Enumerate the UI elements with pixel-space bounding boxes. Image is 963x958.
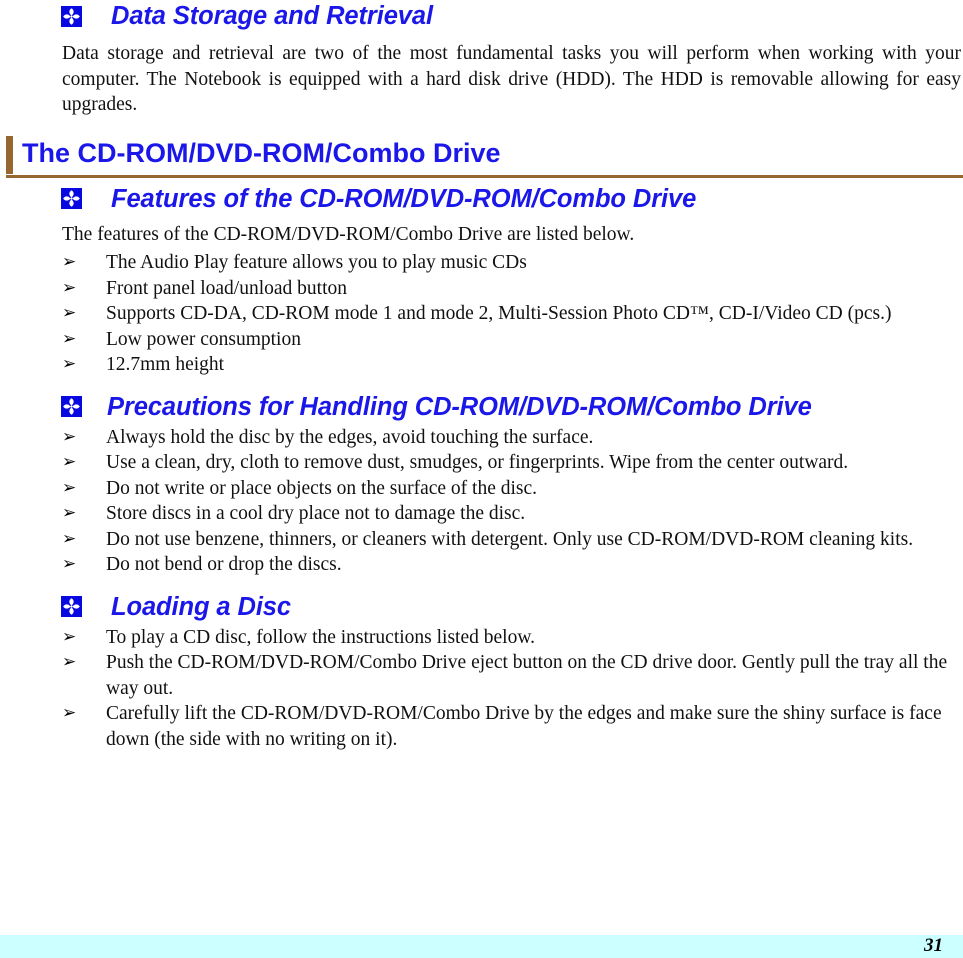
list-item-text: 12.7mm height [106,354,225,375]
section-heading-label: Precautions for Handling CD-ROM/DVD-ROM/… [107,392,812,421]
list-item: ➢ Always hold the disc by the edges, avo… [0,425,963,451]
arrow-bullet-icon: ➢ [62,328,77,349]
arrow-bullet-icon: ➢ [62,426,77,447]
arrow-bullet-icon: ➢ [62,277,77,298]
features-bullet-list: ➢ The Audio Play feature allows you to p… [0,250,963,378]
heading-accent-bar [6,135,13,174]
page-footer-band [0,935,963,958]
list-item: ➢ The Audio Play feature allows you to p… [0,250,963,276]
list-item: ➢ Do not write or place objects on the s… [0,476,963,502]
list-item: ➢ Supports CD-DA, CD-ROM mode 1 and mode… [0,301,963,327]
page-number: 31 [924,935,943,956]
list-item-text: Store discs in a cool dry place not to d… [106,503,526,524]
list-item: ➢ 12.7mm height [0,352,963,378]
document-page: Data Storage and Retrieval Data storage … [0,0,963,958]
arrow-bullet-icon: ➢ [62,703,77,723]
arrow-bullet-icon: ➢ [62,503,77,523]
section-heading-features: Features of the CD-ROM/DVD-ROM/Combo Dri… [0,184,963,214]
heading-rule [6,174,963,178]
chapter-heading-label: The CD-ROM/DVD-ROM/Combo Drive [22,137,501,168]
intro-paragraph: Data storage and retrieval are two of th… [62,43,961,115]
section-heading-loading-a-disc: Loading a Disc [0,592,963,622]
section-heading-label: Features of the CD-ROM/DVD-ROM/Combo Dri… [111,184,697,213]
arrow-bullet-icon: ➢ [62,626,77,647]
arrow-bullet-icon: ➢ [62,528,77,549]
chapter-heading-cdrom-drive: The CD-ROM/DVD-ROM/Combo Drive [0,134,963,180]
list-item-text: Carefully lift the CD-ROM/DVD-ROM/Combo … [106,703,942,750]
arrow-bullet-icon: ➢ [62,252,77,272]
list-item: ➢ Low power consumption [0,327,963,353]
section-heading-label: Loading a Disc [111,592,291,621]
list-item: ➢ Use a clean, dry, cloth to remove dust… [0,450,963,476]
arrow-bullet-icon: ➢ [62,452,77,472]
section-heading-label: Data Storage and Retrieval [111,2,433,30]
list-item-text: The Audio Play feature allows you to pla… [106,252,527,273]
arrow-bullet-icon: ➢ [62,554,77,574]
list-item: ➢ Store discs in a cool dry place not to… [0,501,963,527]
list-item-text: Push the CD-ROM/DVD-ROM/Combo Drive ejec… [106,652,948,699]
list-item: ➢ To play a CD disc, follow the instruct… [0,625,963,651]
flower-bullet-icon [60,395,83,418]
list-item-text: Do not bend or drop the discs. [106,554,342,575]
section-heading-data-storage: Data Storage and Retrieval [0,0,963,31]
list-item: ➢ Do not use benzene, thinners, or clean… [0,527,963,553]
list-item-text: Do not write or place objects on the sur… [106,477,538,499]
list-item-text: Low power consumption [106,328,301,350]
arrow-bullet-icon: ➢ [62,477,77,498]
loading-disc-bullet-list: ➢ To play a CD disc, follow the instruct… [0,625,963,753]
list-item-text: Always hold the disc by the edges, avoid… [106,426,594,448]
list-item-text: Front panel load/unload button [106,277,348,299]
list-item-text: Do not use benzene, thinners, or cleaner… [106,528,914,550]
list-item-text: Use a clean, dry, cloth to remove dust, … [106,452,849,473]
arrow-bullet-icon: ➢ [62,303,77,323]
arrow-bullet-icon: ➢ [62,354,77,374]
list-item-text: Supports CD-DA, CD-ROM mode 1 and mode 2… [106,303,892,324]
list-item: ➢ Front panel load/unload button [0,276,963,302]
precautions-bullet-list: ➢ Always hold the disc by the edges, avo… [0,425,963,578]
flower-bullet-icon [60,187,83,210]
flower-bullet-icon [60,595,83,618]
list-item: ➢ Do not bend or drop the discs. [0,552,963,578]
arrow-bullet-icon: ➢ [62,652,77,672]
list-item: ➢ Push the CD-ROM/DVD-ROM/Combo Drive ej… [0,650,963,701]
features-intro-paragraph: The features of the CD-ROM/DVD-ROM/Combo… [62,223,635,245]
list-item: ➢ Carefully lift the CD-ROM/DVD-ROM/Comb… [0,701,963,752]
flower-bullet-icon [60,4,83,28]
list-item-text: To play a CD disc, follow the instructio… [106,626,536,648]
section-heading-precautions: Precautions for Handling CD-ROM/DVD-ROM/… [0,392,963,422]
